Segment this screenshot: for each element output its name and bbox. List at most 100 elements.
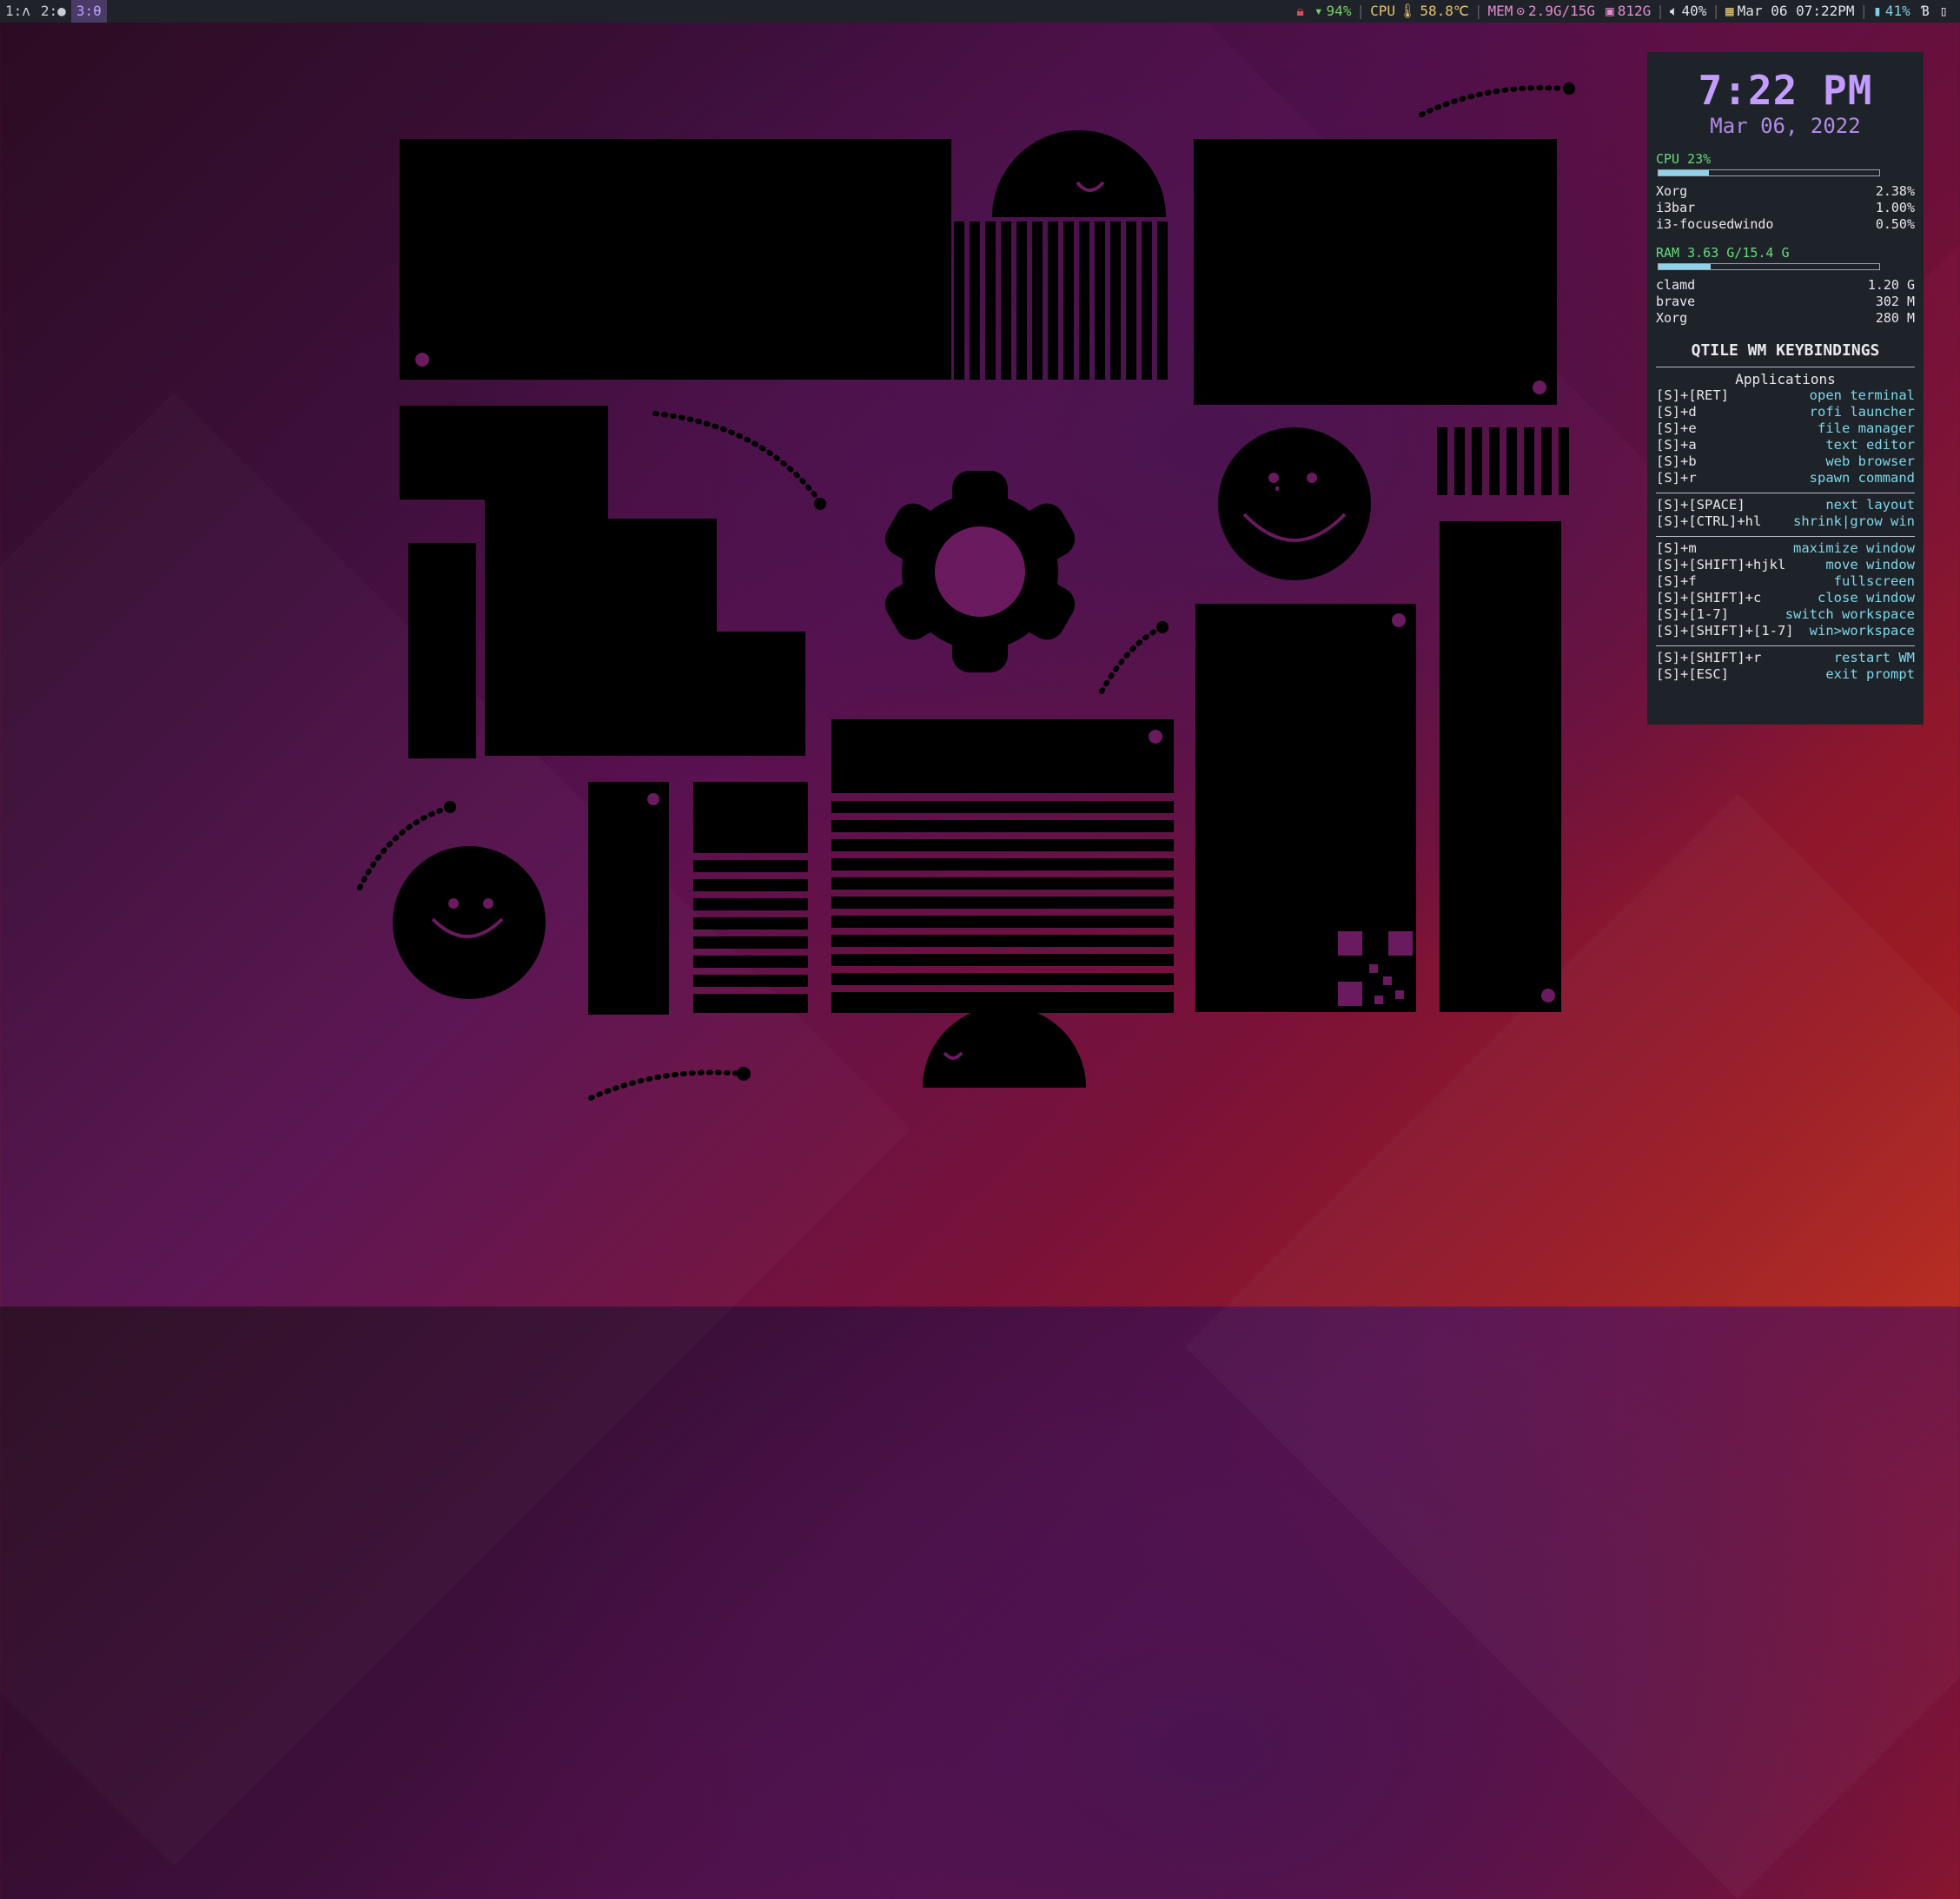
key-action: web browser [1825, 453, 1915, 469]
key-action: shrink|grow win [1793, 513, 1915, 529]
keybinding-group: [S]+[SHIFT]+r restart WM [S]+[ESC] exit pr… [1656, 650, 1915, 683]
key-action: rofi launcher [1809, 404, 1915, 420]
ram-usage-label: RAM 3.63 G/15.4 G [1656, 245, 1790, 261]
key-combo: [S]+m [1656, 540, 1697, 556]
process-value: 280 M [1875, 310, 1915, 326]
keybinding-row: [S]+[CTRL]+hl shrink|grow win [1656, 513, 1915, 530]
process-row: Xorg 2.38% [1656, 183, 1915, 200]
clock-time: 7:22 PM [1698, 67, 1873, 114]
wallpaper-dome [923, 1006, 1086, 1088]
key-action: restart WM [1833, 650, 1915, 665]
keybinding-group: [S]+[RET] open terminal [S]+d rofi launche… [1656, 387, 1915, 486]
key-action: close window [1818, 590, 1915, 605]
key-action: maximize window [1793, 540, 1915, 556]
keybinding-row: [S]+d rofi launcher [1656, 404, 1915, 420]
key-combo: [S]+[SPACE] [1656, 497, 1745, 513]
process-name: i3bar [1656, 200, 1696, 215]
process-name: i3-focusedwindo [1656, 216, 1774, 232]
key-combo: [S]+[SHIFT]+hjkl [1656, 557, 1786, 572]
key-combo: [S]+r [1656, 470, 1697, 486]
keybinding-group: [S]+m maximize window [S]+[SHIFT]+hjkl mov… [1656, 540, 1915, 639]
key-action: file manager [1818, 420, 1915, 436]
key-action: move window [1825, 557, 1915, 572]
keybinding-row: [S]+[1-7] switch workspace [1656, 606, 1915, 623]
process-name: Xorg [1656, 183, 1688, 199]
key-action: text editor [1825, 437, 1915, 453]
cpu-usage-bar [1658, 169, 1880, 176]
key-combo: [S]+e [1656, 420, 1697, 436]
smiley-globe [1218, 427, 1371, 580]
plant-figure [1478, 678, 1559, 928]
key-combo: [S]+[1-7] [1656, 606, 1729, 622]
process-value: 0.50% [1875, 216, 1915, 232]
key-combo: [S]+[ESC] [1656, 666, 1729, 682]
divider [1656, 645, 1915, 646]
key-combo: [S]+a [1656, 437, 1697, 453]
process-row: clamd 1.20 G [1656, 277, 1915, 294]
keybinding-group: [S]+[SPACE] next layout [S]+[CTRL]+hl shri… [1656, 497, 1915, 530]
key-action: open terminal [1809, 387, 1915, 403]
key-combo: [S]+[SHIFT]+r [1656, 650, 1762, 665]
key-combo: [S]+[CTRL]+hl [1656, 513, 1762, 529]
process-row: i3-focusedwindo 0.50% [1656, 216, 1915, 233]
cpu-usage-fill [1659, 170, 1710, 175]
process-name: Xorg [1656, 310, 1688, 326]
wallpaper-stripes [954, 222, 1168, 380]
key-action: win>workspace [1809, 623, 1915, 639]
keybinding-row: [S]+[SHIFT]+hjkl move window [1656, 557, 1915, 573]
wallpaper-stripes [693, 860, 808, 1013]
key-combo: [S]+[SHIFT]+[1-7] [1656, 623, 1794, 639]
wallpaper-block [400, 139, 951, 380]
process-value: 302 M [1875, 294, 1915, 309]
keybinding-row: [S]+[SHIFT]+[1-7] win>workspace [1656, 623, 1915, 639]
plant-figure [408, 543, 476, 758]
process-name: clamd [1656, 277, 1696, 293]
process-value: 2.38% [1875, 183, 1915, 199]
ram-usage-fill [1659, 264, 1711, 269]
process-value: 1.00% [1875, 200, 1915, 215]
keybinding-row: [S]+[SPACE] next layout [1656, 497, 1915, 513]
wallpaper-block [831, 719, 1174, 793]
key-action: fullscreen [1833, 573, 1915, 589]
wallpaper-stripes [1437, 427, 1569, 495]
process-row: Xorg 280 M [1656, 310, 1915, 327]
clock-date: Mar 06, 2022 [1710, 114, 1861, 138]
wallpaper-block [1195, 604, 1416, 1012]
ram-process-list: clamd 1.20 G brave 302 M Xorg 280 M [1656, 277, 1915, 327]
applications-heading: Applications [1735, 371, 1836, 387]
key-action: switch workspace [1785, 606, 1915, 622]
keybinding-row: [S]+f fullscreen [1656, 573, 1915, 590]
key-action: spawn command [1809, 470, 1915, 486]
keybinding-row: [S]+r spawn command [1656, 470, 1915, 486]
wallpaper-dome [992, 130, 1166, 217]
key-action: next layout [1825, 497, 1915, 513]
smiley-globe [393, 846, 546, 999]
process-row: brave 302 M [1656, 294, 1915, 310]
wallpaper-stripes [831, 801, 1174, 1013]
divider [1656, 536, 1915, 537]
keybinding-row: [S]+b web browser [1656, 453, 1915, 470]
conky-system-monitor: 7:22 PM Mar 06, 2022 CPU 23% Xorg 2.38% i… [1647, 52, 1924, 725]
keybinding-row: [S]+[RET] open terminal [1656, 387, 1915, 404]
wallpaper-block [1194, 139, 1557, 405]
wallpaper-block [588, 782, 669, 1015]
keybindings-title: QTILE WM KEYBINDINGS [1691, 341, 1880, 360]
cpu-process-list: Xorg 2.38% i3bar 1.00% i3-focusedwindo 0.50… [1656, 183, 1915, 233]
keybinding-row: [S]+[SHIFT]+c close window [1656, 590, 1915, 606]
keybinding-row: [S]+m maximize window [1656, 540, 1915, 557]
keybinding-row: [S]+a text editor [1656, 437, 1915, 453]
key-combo: [S]+[RET] [1656, 387, 1729, 403]
ram-usage-bar [1658, 263, 1880, 270]
keybinding-row: [S]+[SHIFT]+r restart WM [1656, 650, 1915, 666]
key-combo: [S]+[SHIFT]+c [1656, 590, 1762, 605]
key-action: exit prompt [1825, 666, 1915, 682]
process-row: i3bar 1.00% [1656, 200, 1915, 216]
process-name: brave [1656, 294, 1696, 309]
keybinding-row: [S]+e file manager [1656, 420, 1915, 437]
key-combo: [S]+f [1656, 573, 1697, 589]
process-value: 1.20 G [1867, 277, 1915, 293]
key-combo: [S]+d [1656, 404, 1697, 420]
keybinding-row: [S]+[ESC] exit prompt [1656, 666, 1915, 683]
cpu-usage-label: CPU 23% [1656, 151, 1712, 167]
wallpaper-block [693, 782, 808, 853]
